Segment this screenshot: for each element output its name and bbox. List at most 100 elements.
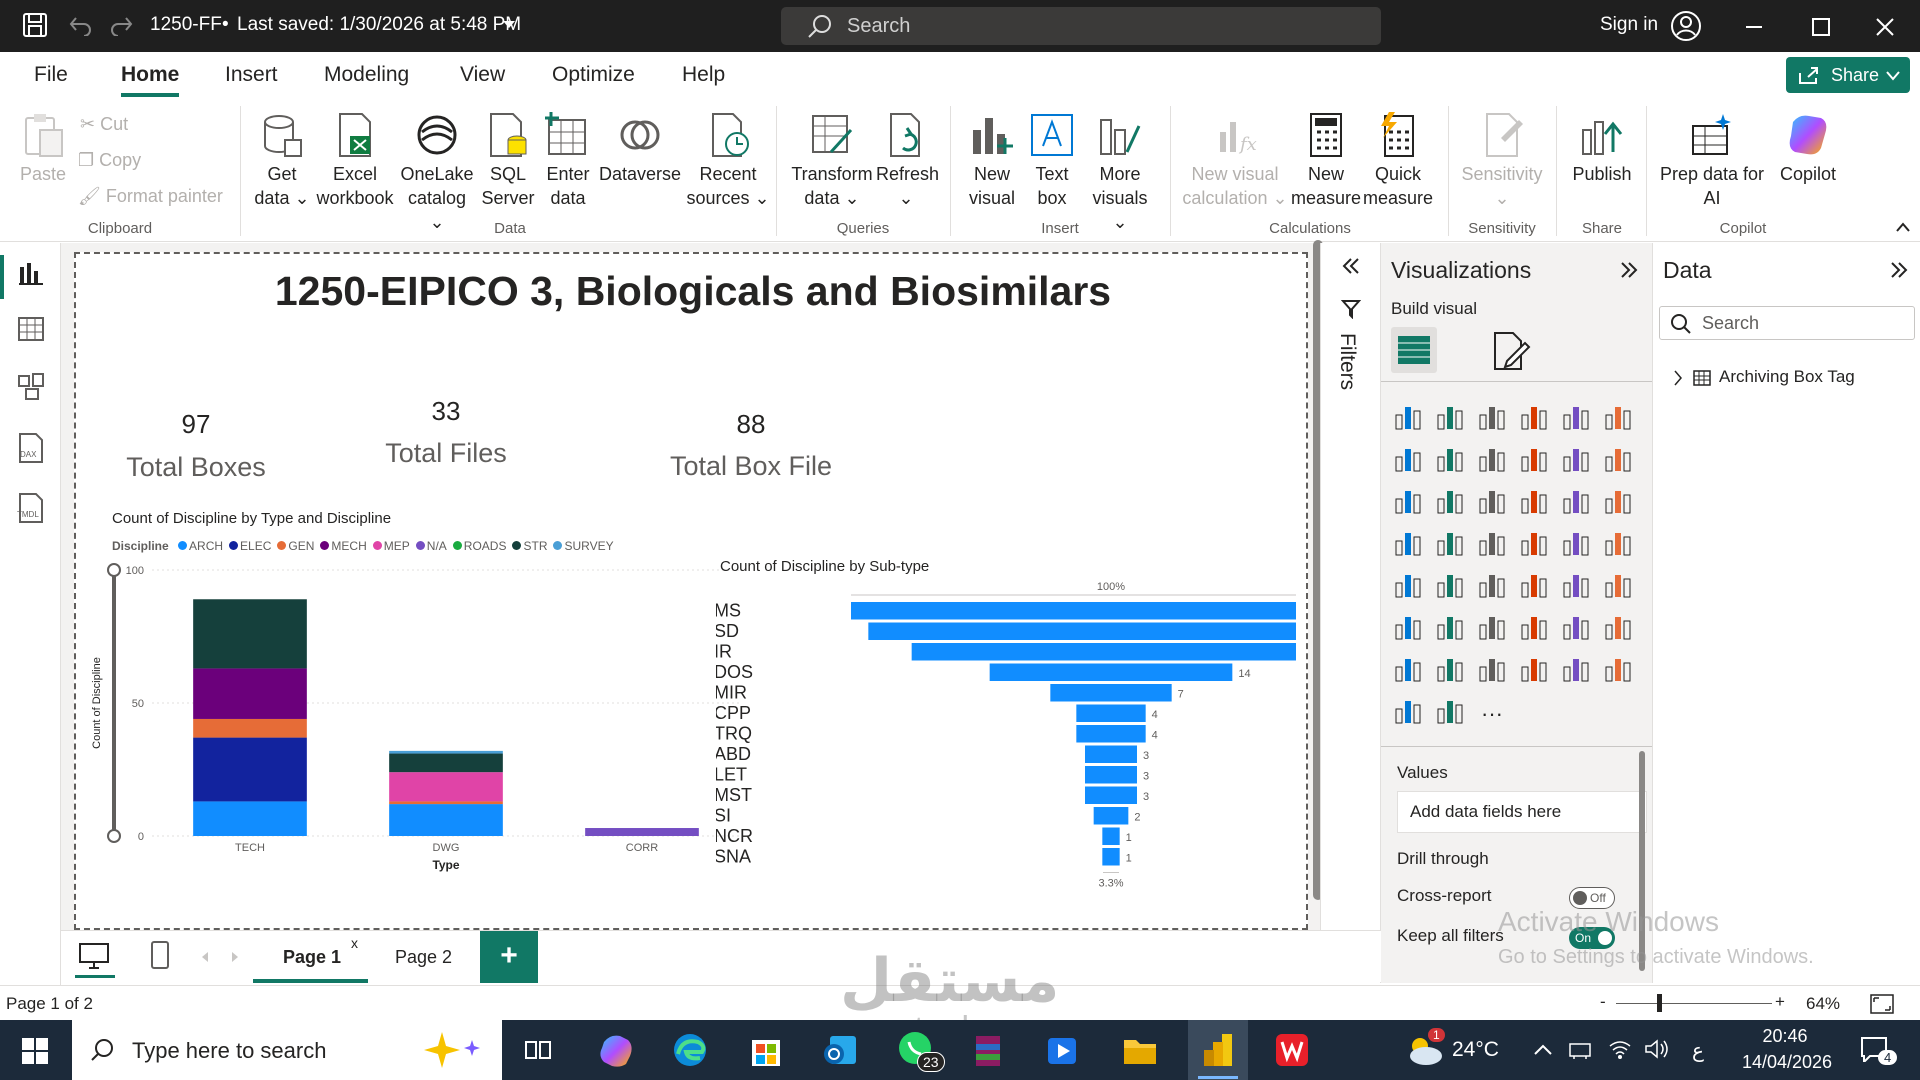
r-visual-visual-icon[interactable] xyxy=(1603,569,1637,603)
azure-map-visual-icon[interactable] xyxy=(1519,653,1553,687)
multi-row-card-visual-icon[interactable] xyxy=(1603,527,1637,561)
close-icon[interactable] xyxy=(1876,18,1894,36)
100-stacked-bar-visual-icon[interactable] xyxy=(1561,401,1595,435)
zoom-out-button[interactable]: - xyxy=(1600,992,1606,1012)
100-stacked-column-visual-icon[interactable] xyxy=(1603,401,1637,435)
task-view-icon[interactable] xyxy=(524,1038,552,1062)
legend-item[interactable]: MEP xyxy=(372,539,410,553)
format-painter-button[interactable]: 🖌 Format painter xyxy=(78,184,223,208)
filters-pane-collapsed[interactable]: Filters xyxy=(1320,243,1380,933)
recent-sources-button[interactable]: Recent sources ⌄ xyxy=(686,112,770,210)
filled-map-visual-icon[interactable] xyxy=(1477,527,1511,561)
area-visual-icon[interactable] xyxy=(1435,443,1469,477)
input-language[interactable]: ع xyxy=(1692,1038,1704,1063)
signin-link[interactable]: Sign in xyxy=(1600,14,1658,36)
network-adapter-icon[interactable] xyxy=(1568,1040,1592,1060)
menu-modeling[interactable]: Modeling xyxy=(324,63,409,87)
smart-narrative-visual-icon[interactable] xyxy=(1561,611,1595,645)
power-bi-taskbar-button[interactable] xyxy=(1188,1020,1248,1080)
quick-measure-button[interactable]: Quick measure xyxy=(1362,112,1434,210)
refresh-button[interactable]: Refresh ⌄ xyxy=(876,112,939,210)
menu-file[interactable]: File xyxy=(34,63,68,87)
new-visual-calculation-button[interactable]: fx New visual calculation ⌄ xyxy=(1180,112,1290,210)
new-visual-button[interactable]: New visual xyxy=(962,112,1022,210)
enter-data-button[interactable]: Enter data xyxy=(540,112,596,210)
model-view-icon[interactable] xyxy=(18,373,46,401)
table-view-icon[interactable] xyxy=(18,317,44,341)
wifi-icon[interactable] xyxy=(1608,1038,1632,1060)
cut-button[interactable]: ✂ Cut xyxy=(80,112,128,136)
format-visual-icon[interactable] xyxy=(1491,331,1531,371)
clock-time[interactable]: 20:46 xyxy=(1745,1026,1825,1047)
text-box-button[interactable]: Text box xyxy=(1026,112,1078,210)
collapse-right-icon[interactable] xyxy=(1619,261,1639,279)
paginated-report-visual-icon[interactable] xyxy=(1393,653,1427,687)
volume-icon[interactable] xyxy=(1644,1038,1670,1060)
kpi-alt-visual-icon[interactable] xyxy=(1435,569,1469,603)
zoom-slider-thumb[interactable] xyxy=(1657,994,1662,1012)
next-page-icon[interactable] xyxy=(231,951,239,963)
transform-data-button[interactable]: Transform data ⌄ xyxy=(790,112,874,210)
legend-item[interactable]: SURVEY xyxy=(553,539,614,553)
microsoft-store-icon[interactable] xyxy=(748,1032,784,1068)
funnel-chart[interactable]: 100%MSSD28IR23DOS14MIR7CPP4TRQ4ABD3LET3M… xyxy=(716,576,1296,906)
power-automate-visual-icon[interactable] xyxy=(1477,653,1511,687)
zoom-slider-track[interactable] xyxy=(1616,1003,1772,1004)
key-influencers-visual-icon[interactable] xyxy=(1435,611,1469,645)
prev-page-icon[interactable] xyxy=(201,951,209,963)
menu-view[interactable]: View xyxy=(460,63,505,87)
qa-visual-icon[interactable] xyxy=(1519,611,1553,645)
wps-office-icon[interactable] xyxy=(1274,1032,1310,1068)
decomposition-tree-visual-icon[interactable] xyxy=(1477,611,1511,645)
new-measure-button[interactable]: New measure xyxy=(1290,112,1362,210)
waterfall-visual-icon[interactable] xyxy=(1435,485,1469,519)
more-visuals-button[interactable]: More visuals ⌄ xyxy=(1084,112,1156,234)
menu-insert[interactable]: Insert xyxy=(225,63,278,87)
save-icon[interactable] xyxy=(22,12,48,38)
tray-chevron-up-icon[interactable] xyxy=(1534,1044,1552,1056)
python-visual-visual-icon[interactable] xyxy=(1393,611,1427,645)
title-search-box[interactable]: Search xyxy=(781,7,1381,45)
slicer-visual-icon[interactable] xyxy=(1477,569,1511,603)
donut-visual-icon[interactable] xyxy=(1603,485,1637,519)
whatsapp-taskbar-button[interactable]: 23 xyxy=(895,1030,945,1074)
line-visual-icon[interactable] xyxy=(1393,443,1427,477)
expand-left-icon[interactable] xyxy=(1341,257,1361,275)
viz-pane-scrollbar[interactable] xyxy=(1639,751,1645,971)
taskbar-search-box[interactable]: Type here to search xyxy=(72,1020,502,1080)
clustered-column-visual-icon[interactable] xyxy=(1519,401,1553,435)
zoom-in-button[interactable]: + xyxy=(1775,992,1785,1012)
diamond-visual-icon[interactable] xyxy=(1393,695,1427,729)
publish-button[interactable]: Publish xyxy=(1564,112,1640,186)
winrar-icon[interactable] xyxy=(970,1032,1006,1068)
dataverse-button[interactable]: Dataverse xyxy=(598,112,682,186)
notifications-button[interactable]: 4 xyxy=(1858,1032,1902,1072)
mobile-layout-icon[interactable] xyxy=(151,941,169,969)
stacked-column-chart[interactable]: 100 50 0 Count of Discipline TECH DWG CORR Type xyxy=(90,554,780,884)
page-tab-2[interactable]: Page 2 xyxy=(373,931,473,983)
outlook-icon[interactable] xyxy=(822,1032,858,1068)
image-visual-icon[interactable] xyxy=(1561,653,1595,687)
copilot-button[interactable]: Copilot xyxy=(1768,112,1848,186)
dax-query-view-icon[interactable]: DAX xyxy=(14,433,46,463)
values-drop-zone[interactable]: Add data fields here xyxy=(1397,791,1647,833)
goals-visual-icon[interactable] xyxy=(1603,611,1637,645)
more-visuals-ellipsis[interactable]: ··· xyxy=(1481,701,1503,727)
tmdl-view-icon[interactable]: TMDL xyxy=(14,493,46,523)
100-stacked-area-visual-icon[interactable] xyxy=(1519,443,1553,477)
legend-item[interactable]: MECH xyxy=(320,539,367,553)
share-button[interactable]: Share xyxy=(1786,57,1910,93)
paste-button[interactable]: Paste xyxy=(18,112,68,186)
redo-icon[interactable] xyxy=(110,14,134,36)
card-visual-icon[interactable] xyxy=(1561,527,1595,561)
close-tab-icon[interactable]: x xyxy=(351,935,358,951)
table-visual-icon[interactable] xyxy=(1519,569,1553,603)
maximize-icon[interactable] xyxy=(1812,18,1830,36)
copilot-taskbar-icon[interactable] xyxy=(598,1032,634,1068)
stacked-column-visual-icon[interactable] xyxy=(1435,401,1469,435)
fit-to-page-icon[interactable] xyxy=(1870,994,1894,1014)
scatter-visual-icon[interactable] xyxy=(1519,485,1553,519)
collapse-ribbon-icon[interactable] xyxy=(1896,222,1910,232)
weather-widget[interactable]: 1 xyxy=(1404,1028,1445,1072)
treemap-visual-icon[interactable] xyxy=(1393,527,1427,561)
